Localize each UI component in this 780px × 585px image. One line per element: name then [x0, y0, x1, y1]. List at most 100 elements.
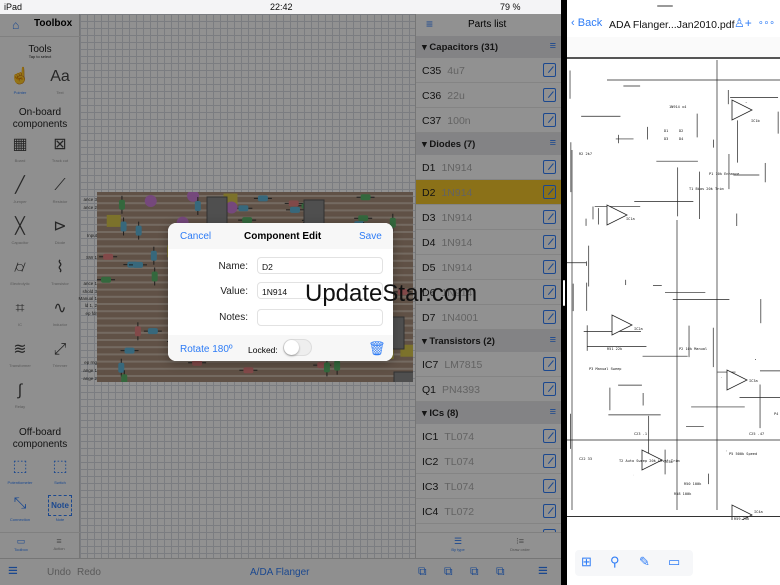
tool-capacitor[interactable]: ╳ Capacitor	[2, 214, 38, 245]
tool-jumper[interactable]: ╱ Jumper	[2, 173, 38, 204]
layer-up-icon[interactable]: ⧉	[444, 564, 453, 579]
edit-icon[interactable]	[543, 504, 556, 518]
tab-draw-order[interactable]: ⁝≡ Draw order	[500, 536, 540, 552]
resistor[interactable]	[289, 206, 300, 213]
resistor[interactable]	[132, 261, 143, 268]
edit-icon[interactable]	[543, 310, 556, 324]
drag-handle[interactable]	[657, 5, 673, 7]
parts-group-header[interactable]: ▾ Transistors (2) ≡	[416, 330, 561, 352]
trimmer[interactable]	[106, 214, 121, 227]
part-row[interactable]: D1 1N914	[416, 155, 561, 180]
edit-icon[interactable]	[543, 357, 556, 371]
edit-icon[interactable]	[543, 382, 556, 396]
resistor[interactable]	[323, 362, 330, 373]
redo-button[interactable]: Redo	[77, 567, 101, 578]
annotate-icon[interactable]: ✎	[639, 554, 650, 570]
tool-inductor[interactable]: ∿ Inductor	[42, 296, 78, 327]
tool-board[interactable]: ▦ Board	[2, 132, 38, 163]
tool-electrolytic[interactable]: ⌭ Electrolytic	[2, 255, 38, 286]
resistor[interactable]	[358, 215, 369, 222]
part-row[interactable]: IC1 TL074	[416, 424, 561, 449]
undo-button[interactable]: Undo	[47, 567, 71, 578]
edit-icon[interactable]	[543, 185, 556, 199]
resistor[interactable]	[120, 221, 127, 232]
parts-menu-icon[interactable]: ≡	[426, 17, 433, 31]
electrolytic-capacitor[interactable]	[144, 195, 157, 208]
tool-potentiometer[interactable]: ⬚ Potentiometer	[2, 454, 38, 485]
part-row[interactable]: IC4 TL072	[416, 499, 561, 524]
part-row[interactable]: Q1 PN4393	[416, 377, 561, 402]
part-row[interactable]: D4 1N914	[416, 230, 561, 255]
edit-icon[interactable]	[543, 210, 556, 224]
tool-connection[interactable]: ⤡ Connection	[2, 491, 38, 522]
tab-toolbox[interactable]: ▭ Toolbox	[8, 536, 34, 552]
tab-action[interactable]: ≡ Action	[46, 536, 72, 551]
thumbnails-icon[interactable]: ⊞	[581, 554, 592, 570]
more-icon[interactable]: ∘∘∘	[758, 17, 775, 28]
resistor[interactable]	[103, 253, 114, 260]
resistor[interactable]	[101, 276, 112, 283]
parts-group-header[interactable]: ▾ ICs (8) ≡	[416, 402, 561, 424]
edit-icon[interactable]	[543, 285, 556, 299]
group-menu-icon[interactable]: ≡	[550, 334, 556, 346]
resistor[interactable]	[238, 205, 249, 212]
resistor[interactable]	[194, 200, 201, 211]
edit-icon[interactable]	[543, 454, 556, 468]
resistor[interactable]	[124, 347, 135, 354]
ic-chip[interactable]	[393, 371, 413, 382]
cancel-button[interactable]: Cancel	[180, 231, 211, 242]
resistor[interactable]	[150, 250, 157, 261]
home-icon[interactable]: ⌂	[12, 18, 19, 32]
tool-pointer[interactable]: ☝ Pointer	[2, 64, 38, 95]
tool-diode[interactable]: ⊳ Diode	[42, 214, 78, 245]
tool-transformer[interactable]: ≋ Transformer	[2, 337, 38, 368]
notes-field[interactable]	[257, 309, 383, 326]
resistor[interactable]	[288, 200, 299, 207]
edit-icon[interactable]	[543, 160, 556, 174]
resistor[interactable]	[257, 195, 268, 202]
layer-down-icon[interactable]: ⧉	[418, 564, 427, 579]
tool-text[interactable]: Aa Text	[42, 64, 78, 95]
resistor[interactable]	[243, 367, 254, 374]
resistor[interactable]	[118, 199, 125, 210]
edit-icon[interactable]	[543, 88, 556, 102]
group-menu-icon[interactable]: ≡	[550, 406, 556, 418]
part-row[interactable]: C37 100n	[416, 108, 561, 133]
edit-icon[interactable]	[543, 235, 556, 249]
tool-relay[interactable]: ∫ Relay	[2, 378, 38, 409]
tool-transistor[interactable]: ⌇ Transistor	[42, 255, 78, 286]
resistor[interactable]	[334, 360, 341, 371]
edit-icon[interactable]	[543, 63, 556, 77]
resistor[interactable]	[147, 328, 158, 335]
part-row[interactable]: C35 4u7	[416, 58, 561, 83]
comment-icon[interactable]: ▭	[668, 554, 680, 570]
edit-icon[interactable]	[543, 429, 556, 443]
parts-menu-bottom-icon[interactable]: ≡	[538, 561, 548, 581]
layer-bottom-icon[interactable]: ⧉	[470, 564, 479, 579]
part-row[interactable]: D5 1N914	[416, 255, 561, 280]
rotate-button[interactable]: Rotate 180º	[180, 344, 233, 355]
resistor[interactable]	[121, 374, 128, 382]
resistor[interactable]	[134, 326, 141, 337]
part-row[interactable]: IC2 TL074	[416, 449, 561, 474]
tool-ic[interactable]: ⌗ IC	[2, 296, 38, 327]
edit-icon[interactable]	[543, 479, 556, 493]
resistor[interactable]	[151, 271, 158, 282]
project-name[interactable]: A/DA Flanger	[250, 567, 309, 578]
part-row[interactable]: D7 1N4001	[416, 305, 561, 330]
locked-toggle[interactable]	[283, 339, 312, 356]
trash-icon[interactable]: 🗑	[368, 340, 386, 357]
name-field[interactable]: D2	[257, 257, 383, 274]
resistor[interactable]	[135, 225, 142, 236]
share-person-icon[interactable]: ♙+	[734, 16, 752, 30]
part-row[interactable]: IC3 TL074	[416, 474, 561, 499]
layer-top-icon[interactable]: ⧉	[496, 564, 505, 579]
parts-group-header[interactable]: ▾ Diodes (7) ≡	[416, 133, 561, 155]
tool-track-cut[interactable]: ⊠ Track cut	[42, 132, 78, 163]
tool-note[interactable]: Note Note	[42, 491, 78, 522]
tool-switch[interactable]: ⬚ Switch	[42, 454, 78, 485]
edit-icon[interactable]	[543, 260, 556, 274]
schematic-page[interactable]: 1N914 x4IC1bIC1aIC2aIC3aIC3bIC4aT1 Bias …	[567, 60, 780, 520]
part-row[interactable]: C36 22u	[416, 83, 561, 108]
search-icon[interactable]: ⚲	[610, 554, 620, 570]
